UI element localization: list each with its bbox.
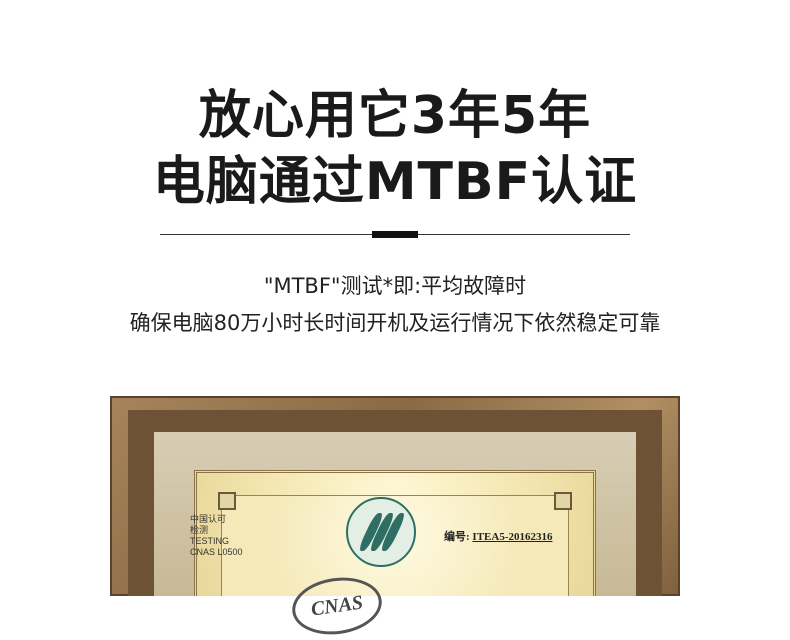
certificate-frame: CNAS [110,396,680,640]
cnas-caption-line: CNAS L0500 [190,547,243,557]
certificate-number-label: 编号: [444,531,470,543]
cnas-caption: 中国认可 检测 TESTING CNAS L0500 [190,514,280,558]
corner-ornament [218,492,236,510]
heading-line-2: 电脑通过MTBF认证 [152,152,638,212]
cnas-caption-line: 检测 [190,525,209,535]
certificate-number-value: ITEA5-20162316 [472,531,553,543]
corner-ornament [554,492,572,510]
heading-line-1: 放心用它3年5年 [198,86,592,146]
cnas-caption-line: TESTING [190,536,230,546]
description-line-1: "MTBF"测试*即:平均故障时 [263,274,527,298]
certificate-number: 编号: ITEA5-20162316 [444,528,552,544]
ilac-logo-icon [346,497,416,567]
cnas-logo-icon: CNAS [288,572,386,640]
divider-accent [372,231,418,238]
cnas-caption-line: 中国认可 [190,514,227,524]
description-line-2: 确保电脑80万小时长时间开机及运行情况下依然稳定可靠 [129,311,661,335]
